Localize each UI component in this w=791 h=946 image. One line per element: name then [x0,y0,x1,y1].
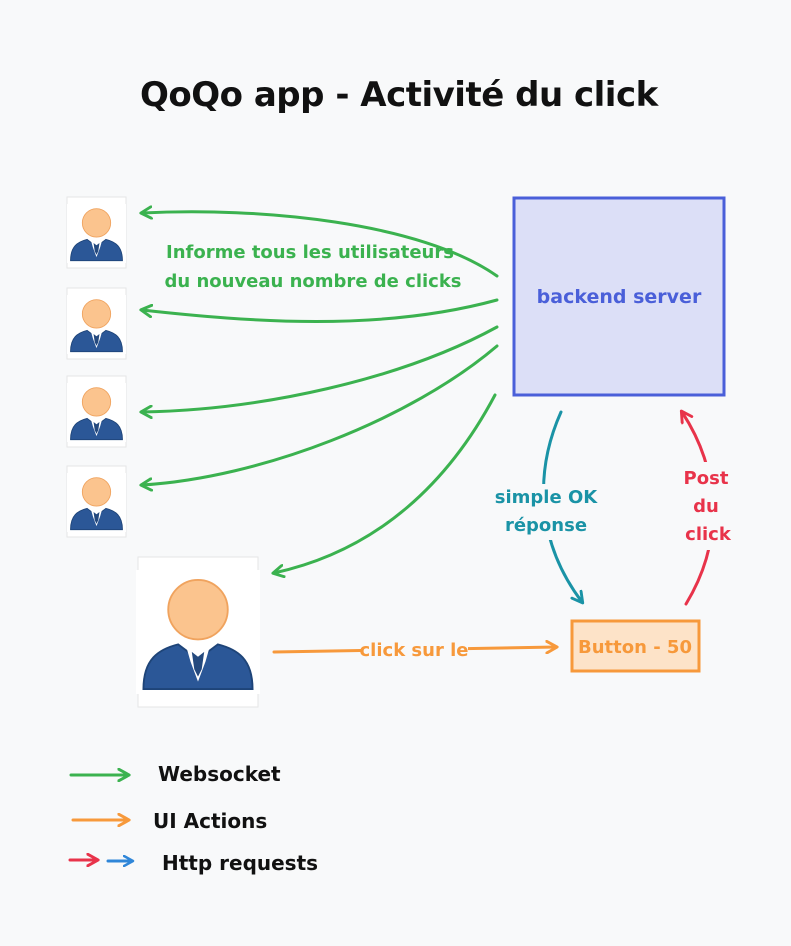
click-action-label: click sur le [360,640,469,661]
broadcast-label-line2: du nouveau nombre de clicks [164,271,461,292]
response-label-line1: simple OK [495,487,598,508]
websocket-arrow [142,325,499,412]
post-label-line3: click [685,524,732,545]
diagram-canvas: QoQo app - Activité du click backend ser… [66,75,734,875]
legend-item-websocket: Websocket [69,762,281,786]
broadcast-label-line1: Informe tous les utilisateurs [166,242,454,263]
response-label-line2: réponse [505,515,587,536]
user-icon [66,196,127,269]
websocket-arrow [274,393,497,573]
click-button[interactable]: Button - 50 [570,619,701,673]
legend-label-http-requests: Http requests [162,851,318,875]
legend-label-ui-actions: UI Actions [153,809,267,833]
active-user-icon [136,556,260,708]
user-icon [66,465,127,538]
click-button-label: Button - 50 [578,637,692,658]
user-icon [66,287,127,360]
user-icon [66,375,127,448]
legend-item-http-requests: Http requests [68,851,318,875]
backend-server-label: backend server [537,286,702,308]
post-label-line2: du [693,496,719,517]
post-label-line1: Post [684,468,729,489]
websocket-arrow [142,344,499,485]
legend: Websocket UI Actions Http requests [68,762,318,875]
websocket-arrow [142,298,499,323]
page-title: QoQo app - Activité du click [140,75,660,115]
legend-item-ui-actions: UI Actions [71,809,267,833]
backend-server-box: backend server [512,196,726,397]
legend-label-websocket: Websocket [158,762,281,786]
